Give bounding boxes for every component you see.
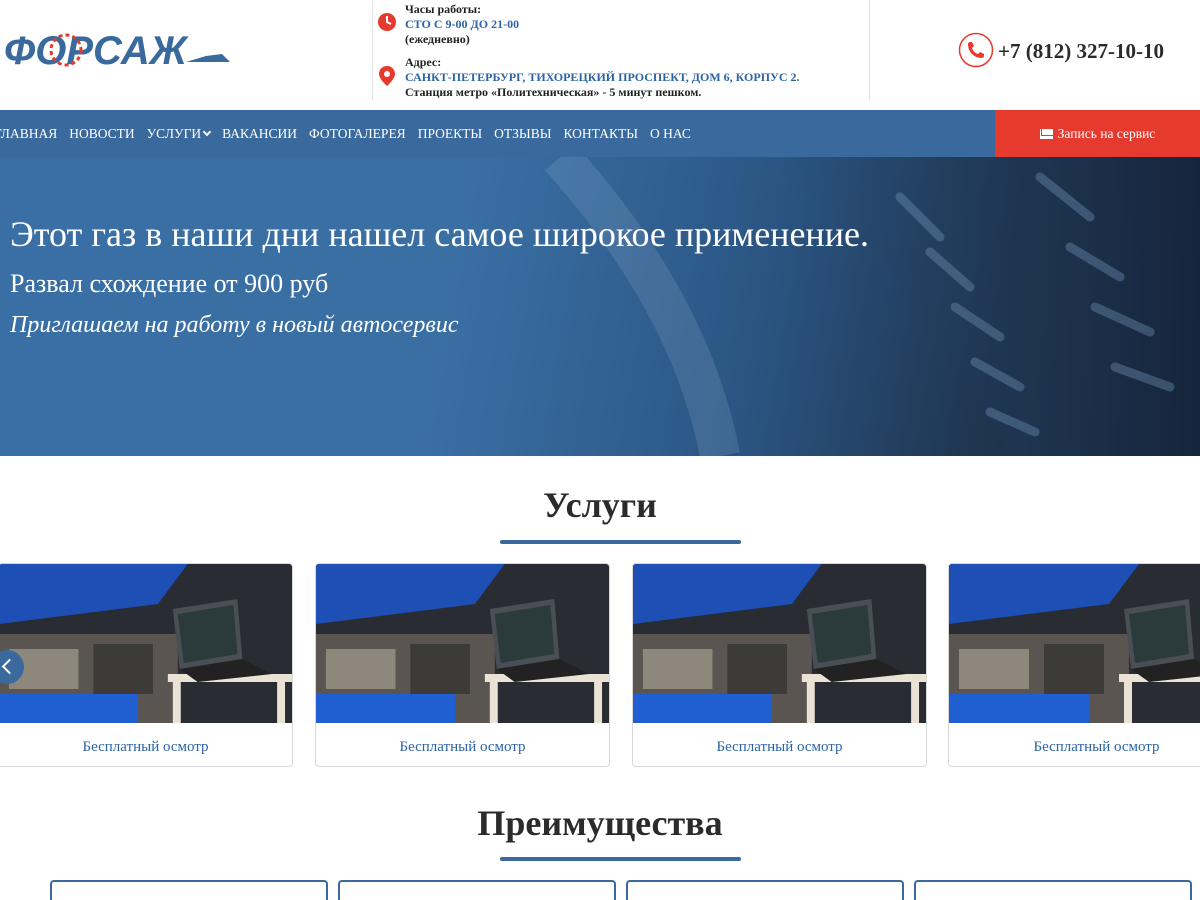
service-card-caption: Бесплатный осмотр	[716, 739, 843, 755]
phone-number[interactable]: +7 (812) 327-10-10	[998, 39, 1164, 64]
services-title: Услуги	[543, 485, 657, 525]
book-service-button[interactable]: Запись на сервис	[995, 110, 1200, 157]
chevron-down-icon	[202, 127, 212, 136]
address-value[interactable]: САНКТ-ПЕТЕРБУРГ, ТИХОРЕЦКИЙ ПРОСПЕКТ, ДО…	[405, 70, 800, 85]
engine-diagnostics-image	[0, 564, 292, 723]
nav-item-services[interactable]: Услуги	[146, 125, 212, 142]
advantage-card	[626, 880, 904, 900]
nav-label: Вакансии	[222, 125, 298, 141]
hero-headline: Этот газ в наши дни нашел самое широкое …	[10, 214, 869, 254]
engine-diagnostics-image	[633, 564, 926, 723]
service-card[interactable]: Бесплатный осмотр	[0, 563, 293, 767]
service-card[interactable]: Бесплатный осмотр	[948, 563, 1200, 767]
service-card-caption: Бесплатный осмотр	[399, 739, 526, 755]
hero-tagline: Приглашаем на работу в новый автосервис	[10, 312, 459, 338]
advantage-card	[338, 880, 616, 900]
nav-label: Проекты	[417, 125, 483, 141]
nav-item-home[interactable]: Главная	[0, 126, 57, 142]
service-card[interactable]: Бесплатный осмотр	[315, 563, 610, 767]
nav-item-reviews[interactable]: Отзывы	[494, 126, 551, 142]
nav-label: Контакты	[563, 125, 638, 141]
hero-subheadline: Развал схождение от 900 руб	[10, 269, 329, 298]
hero-banner: Этот газ в наши дни нашел самое широкое …	[0, 157, 1200, 456]
advantage-card	[50, 880, 328, 900]
advantages-title-underline	[500, 857, 741, 861]
contact-info: Часы работы: СТО С 9-00 ДО 21-00 (ежедне…	[372, 0, 870, 100]
nav-item-gallery[interactable]: Фотогалерея	[309, 126, 406, 142]
location-pin-icon	[377, 65, 397, 87]
engine-diagnostics-image	[316, 564, 609, 723]
nav-label: Фотогалерея	[309, 125, 406, 141]
nav-item-about[interactable]: О нас	[650, 126, 691, 142]
nav-item-vacancies[interactable]: Вакансии	[222, 126, 297, 142]
phone-icon	[958, 32, 994, 68]
nav-label: Отзывы	[494, 125, 552, 141]
service-card[interactable]: Бесплатный осмотр	[632, 563, 927, 767]
services-title-underline	[500, 540, 741, 544]
nav-label: Главная	[0, 125, 58, 141]
advantages-title: Преимущества	[477, 803, 723, 843]
advantage-card	[914, 880, 1192, 900]
hours-note: (ежедневно)	[405, 32, 470, 46]
clock-icon	[377, 12, 397, 34]
nav-label: Новости	[69, 125, 135, 141]
engine-diagnostics-image	[949, 564, 1200, 723]
address-label: Адрес:	[405, 55, 442, 69]
nav-label: О нас	[649, 125, 691, 141]
nav-item-news[interactable]: Новости	[69, 126, 134, 142]
envelope-icon	[1039, 128, 1053, 139]
nav-label: Услуги	[146, 125, 202, 141]
hours-value: СТО С 9-00 ДО 21-00	[405, 17, 520, 31]
site-header: ФОРСАЖ Часы работы: СТО С 9-00 ДО 21-00 …	[0, 0, 1200, 110]
nav-item-projects[interactable]: Проекты	[418, 126, 482, 142]
service-card-caption: Бесплатный осмотр	[1033, 739, 1160, 755]
metro-note: Станция метро «Политехническая» - 5 мину…	[405, 85, 702, 99]
main-nav: Главная Новости Услуги Вакансии Фотогале…	[0, 110, 1200, 157]
site-logo[interactable]: ФОРСАЖ	[0, 26, 232, 78]
hours-label: Часы работы:	[405, 2, 482, 16]
service-card-caption: Бесплатный осмотр	[82, 739, 209, 755]
logo-text: ФОРСАЖ	[4, 29, 189, 73]
nav-item-contacts[interactable]: Контакты	[563, 126, 638, 142]
tire-background-image	[545, 157, 1200, 456]
book-service-label: Запись на сервис	[1057, 125, 1156, 141]
